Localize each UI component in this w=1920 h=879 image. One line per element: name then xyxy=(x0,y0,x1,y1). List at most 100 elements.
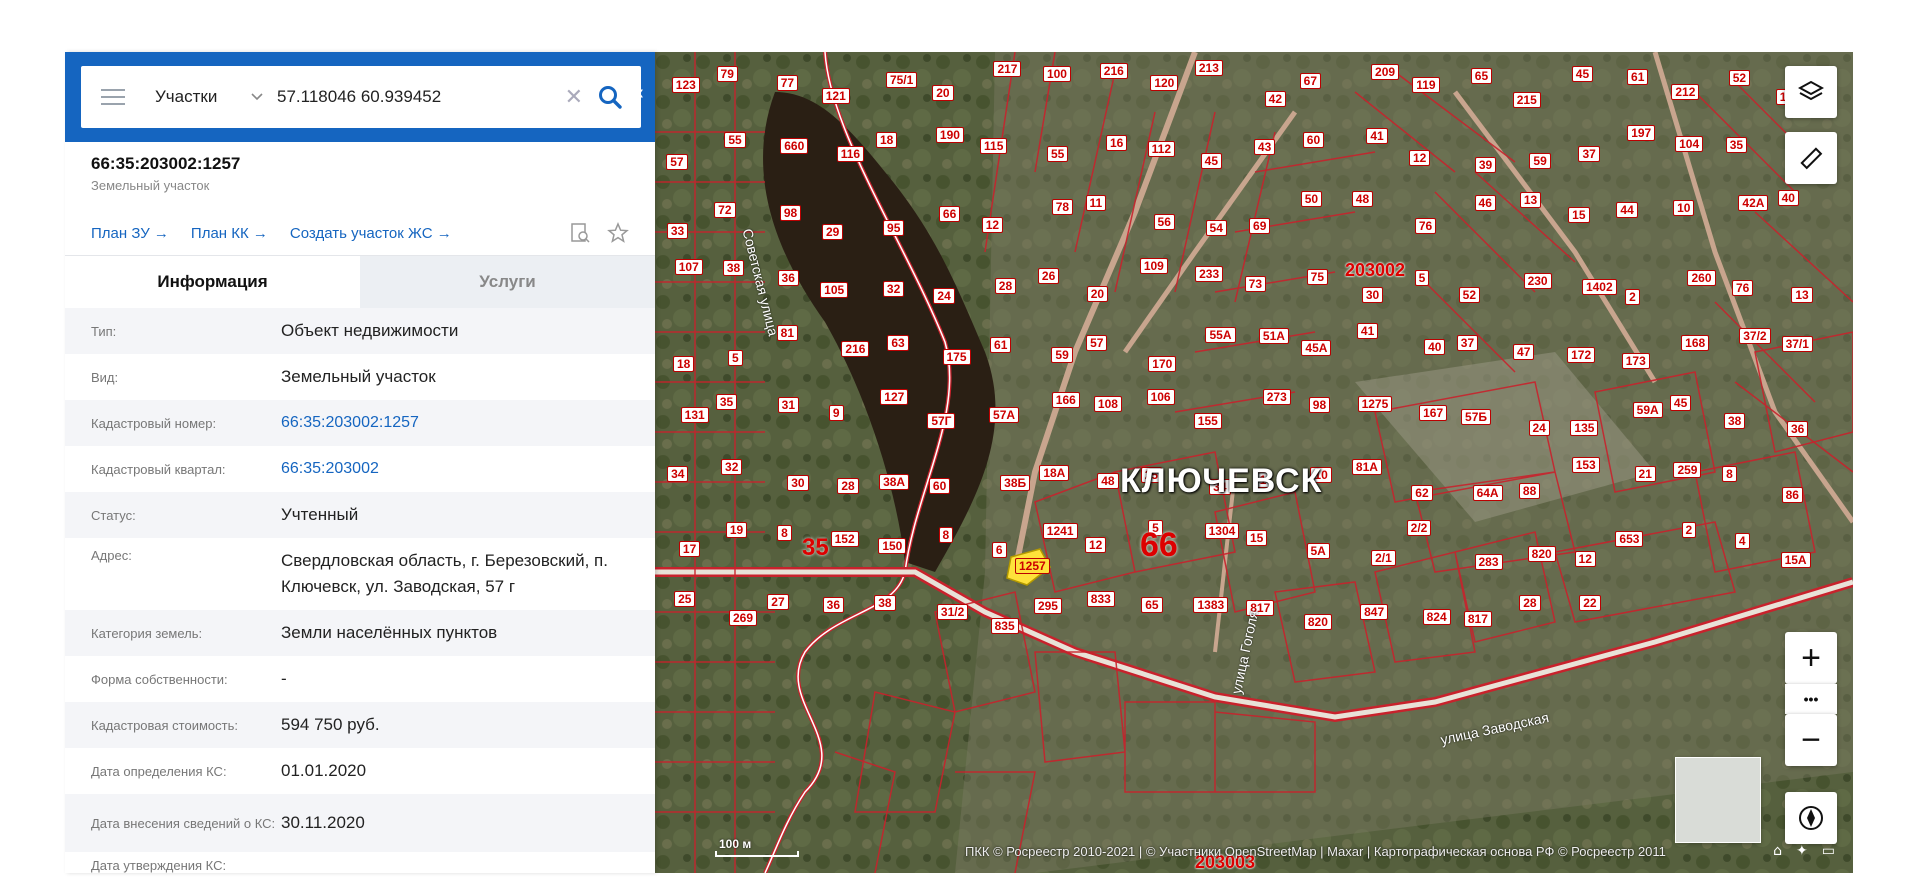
parcel-number-label: 88 xyxy=(1518,483,1541,500)
clear-icon[interactable]: ✕ xyxy=(565,85,583,110)
parcel-number-label: 153 xyxy=(1571,456,1600,473)
parcel-number-label: 150 xyxy=(878,537,907,554)
compass-button[interactable] xyxy=(1785,792,1837,844)
parcel-number-label: 81А xyxy=(1351,458,1382,475)
parcel-number-label: 1383 xyxy=(1193,597,1229,614)
parcel-number-label: 100 xyxy=(1042,65,1071,82)
parcel-number-label: 216 xyxy=(841,340,870,357)
plan-kk-link[interactable]: План КК → xyxy=(191,225,268,242)
parcel-number-label: 213 xyxy=(1194,59,1223,76)
info-value: Объект недвижимости xyxy=(281,321,459,340)
parcel-number-label: 107 xyxy=(674,258,703,275)
search-icon[interactable] xyxy=(597,84,623,110)
parcel-number-label: 59 xyxy=(1529,153,1551,170)
parcel-number-label: 37/1 xyxy=(1781,336,1813,353)
parcel-number-label: 215 xyxy=(1512,91,1541,108)
parcel-number-label: 233 xyxy=(1195,266,1224,283)
parcel-number-label: 820 xyxy=(1527,545,1556,562)
plan-zu-link[interactable]: План ЗУ → xyxy=(91,225,169,242)
create-zs-link[interactable]: Создать участок ЖС → xyxy=(290,225,452,242)
parcel-number-label: 78 xyxy=(1051,198,1074,215)
parcel-number-label: 18 xyxy=(672,355,695,372)
parcel-number-label: 40 xyxy=(1777,190,1799,207)
parcel-number-label: 1275 xyxy=(1357,395,1393,412)
info-key: Категория земель: xyxy=(91,625,203,641)
parcel-number-label: 2/2 xyxy=(1406,520,1432,537)
info-key: Дата утверждения КС: xyxy=(91,858,227,873)
parcel-number-label: 13 xyxy=(1519,191,1542,208)
parcel-number-label: 116 xyxy=(836,146,865,163)
parcel-number-label: 35 xyxy=(715,393,738,410)
zoom-out-button[interactable]: − xyxy=(1785,714,1837,766)
parcel-number-label: 57 xyxy=(1086,334,1108,351)
parcel-number-label: 45 xyxy=(1571,65,1594,82)
minimap[interactable] xyxy=(1675,757,1761,843)
search-input[interactable]: 57.118046 60.939452 xyxy=(277,87,565,107)
tab-info[interactable]: Информация xyxy=(65,256,360,308)
parcel-number-label: 8 xyxy=(777,525,792,542)
parcel-number-label: 197 xyxy=(1627,124,1656,141)
settlement-name: КЛЮЧЕВСК xyxy=(1120,462,1323,500)
parcel-number-label: 35 xyxy=(1725,137,1748,154)
zoom-in-button[interactable]: + xyxy=(1785,632,1837,684)
info-row-ks-entry-date: Дата внесения сведений о КС: 30.11.2020 xyxy=(65,794,655,852)
info-row-ks-date: Дата определения КС: 01.01.2020 xyxy=(65,748,655,794)
menu-icon[interactable] xyxy=(101,89,125,105)
parcel-number-label: 212 xyxy=(1671,84,1700,101)
info-row-status: Статус: Учтенный xyxy=(65,492,655,538)
parcel-number-label: 37 xyxy=(1456,335,1479,352)
parcel-number-label: 26 xyxy=(1037,268,1060,285)
parcel-number-label: 40 xyxy=(1424,339,1446,356)
fullscreen-icon[interactable]: ▭ xyxy=(1822,843,1835,859)
parcel-number-label: 42А xyxy=(1738,194,1769,211)
home-icon[interactable]: ⌂ xyxy=(1773,843,1782,859)
parcel-number-label: 34 xyxy=(667,465,689,482)
object-header: 66:35:203002:1257 Земельный участок xyxy=(65,142,655,193)
parcel-number-label: 64А xyxy=(1472,485,1503,502)
chevron-down-icon[interactable] xyxy=(251,91,263,103)
category-select[interactable]: Участки xyxy=(155,87,251,107)
selected-parcel-label[interactable]: 1257 xyxy=(1015,558,1050,574)
cad-number-link[interactable]: 66:35:203002:1257 xyxy=(281,410,629,436)
locate-icon[interactable]: ✦ xyxy=(1796,843,1808,859)
parcel-number-label: 259 xyxy=(1673,462,1702,479)
parcel-number-label: 168 xyxy=(1681,335,1710,352)
star-icon[interactable] xyxy=(607,222,629,244)
parcel-number-label: 57А xyxy=(989,406,1020,423)
info-key: Дата определения КС: xyxy=(91,763,227,779)
cadastral-map[interactable]: 123 79 77 121 75/1 20 217 100 216 120 213 42 67 209 11… xyxy=(655,52,1853,873)
parcel-number-label: 4 xyxy=(1734,532,1750,549)
parcel-number-label: 44 xyxy=(1616,202,1638,219)
parcel-number-label: 121 xyxy=(821,87,850,104)
measure-button[interactable] xyxy=(1785,132,1837,184)
info-value: Земли населённых пунктов xyxy=(281,623,498,642)
info-row-type: Тип: Объект недвижимости xyxy=(65,308,655,354)
parcel-number-label: 835 xyxy=(990,618,1019,635)
parcel-number-label: 283 xyxy=(1474,553,1503,570)
parcel-number-label: 86 xyxy=(1781,487,1803,504)
parcel-number-label: 57Б xyxy=(1461,409,1492,426)
collapse-panel-icon[interactable]: ‹ xyxy=(637,82,655,112)
parcel-number-label: 104 xyxy=(1675,136,1704,153)
parcel-number-label: 15 xyxy=(1245,530,1268,547)
parcel-number-label: 32 xyxy=(721,459,743,476)
parcel-number-label: 38Б xyxy=(1000,474,1031,491)
parcel-number-label: 50 xyxy=(1300,191,1323,208)
parcel-number-label: 63 xyxy=(887,335,909,352)
parcel-number-label: 2 xyxy=(1681,522,1697,539)
parcel-number-label: 260 xyxy=(1687,270,1716,287)
zoom-more-button[interactable]: ••• xyxy=(1785,684,1837,714)
info-value: Учтенный xyxy=(281,505,359,524)
print-preview-icon[interactable] xyxy=(569,222,591,244)
info-row-cad-quarter: Кадастровый квартал: 66:35:203002 xyxy=(65,446,655,492)
parcel-number-label: 216 xyxy=(1099,63,1128,80)
parcel-number-label: 43 xyxy=(1253,138,1276,155)
parcel-number-label: 127 xyxy=(880,388,909,405)
parcel-number-label: 5 xyxy=(727,350,743,367)
tab-services[interactable]: Услуги xyxy=(360,256,655,308)
cad-quarter-link[interactable]: 66:35:203002 xyxy=(281,456,629,482)
layers-button[interactable] xyxy=(1785,66,1837,118)
parcel-number-label: 16 xyxy=(1106,135,1128,152)
parcel-number-label: 119 xyxy=(1412,76,1440,93)
parcel-number-label: 42 xyxy=(1264,90,1287,107)
